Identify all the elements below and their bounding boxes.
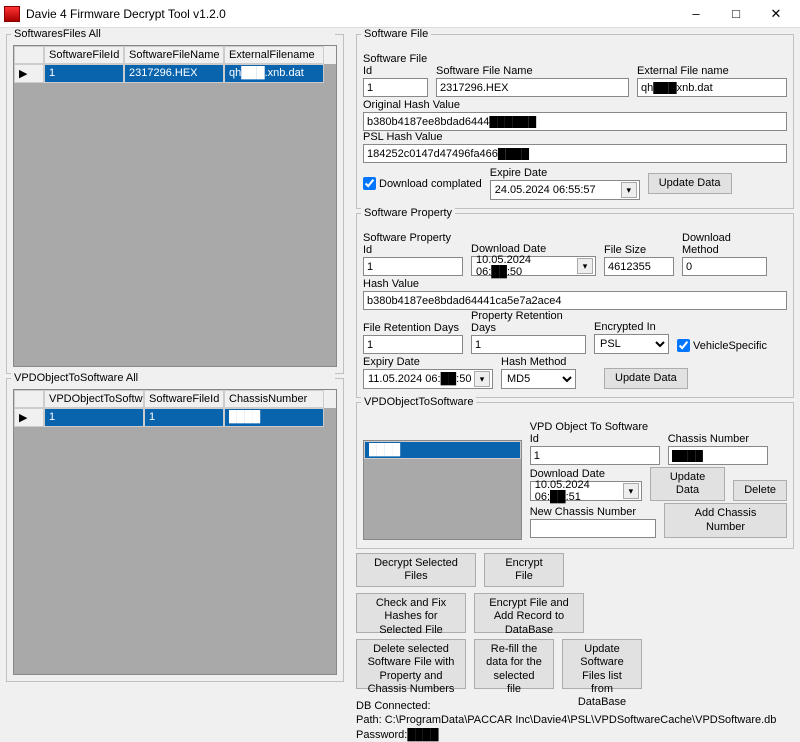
- softwares-grid[interactable]: SoftwareFileId SoftwareFileName External…: [13, 45, 337, 367]
- encrypted-in-select[interactable]: PSL: [594, 334, 669, 354]
- software-property-group: Software Property Software Property Id D…: [356, 213, 794, 398]
- external-file-name[interactable]: [637, 78, 787, 97]
- refill-button[interactable]: Re-fill the data for the selected file: [474, 639, 554, 689]
- grid2-title: VPDObjectToSoftware All: [11, 372, 335, 384]
- original-hash[interactable]: [363, 112, 787, 131]
- minimize-button[interactable]: –: [676, 2, 716, 26]
- decrypt-button[interactable]: Decrypt Selected Files: [356, 553, 476, 587]
- col-externalfilename[interactable]: ExternalFilename: [224, 46, 324, 64]
- delete-selected-button[interactable]: Delete selected Software File with Prope…: [356, 639, 466, 689]
- vpd-group: VPDObjectToSoftware ████ VPD Object To S…: [356, 402, 794, 549]
- chevron-down-icon[interactable]: ▾: [621, 182, 637, 198]
- delete-button[interactable]: Delete: [733, 480, 787, 501]
- encadd-button[interactable]: Encrypt File and Add Record to DataBase: [474, 593, 584, 633]
- col-chassis[interactable]: ChassisNumber: [224, 390, 324, 408]
- col-softwarefileid2[interactable]: SoftwareFileId: [144, 390, 224, 408]
- table-row[interactable]: ▶ 1 1 ████: [14, 408, 336, 427]
- maximize-button[interactable]: □: [716, 2, 756, 26]
- update-data-sp-button[interactable]: Update Data: [604, 368, 688, 389]
- psl-hash[interactable]: [363, 144, 787, 163]
- vpd-object-id[interactable]: [530, 446, 660, 465]
- hash-method-select[interactable]: MD5: [501, 369, 576, 389]
- checkfix-button[interactable]: Check and Fix Hashes for Selected File: [356, 593, 466, 633]
- expiry-date-picker[interactable]: 11.05.2024 06:██:50▾: [363, 369, 493, 389]
- download-method[interactable]: [682, 257, 767, 276]
- vpd-inner-grid[interactable]: ████: [363, 440, 522, 540]
- file-size[interactable]: [604, 257, 674, 276]
- grid1-title: SoftwaresFiles All: [11, 28, 335, 40]
- vpd-grid[interactable]: VPDObjectToSoftw SoftwareFileId ChassisN…: [13, 389, 337, 675]
- db-info: DB Connected: Path: C:\ProgramData\PACCA…: [356, 699, 794, 742]
- titlebar: Davie 4 Firmware Decrypt Tool v1.2.0 – □…: [0, 0, 800, 28]
- encrypt-button[interactable]: Encrypt File: [484, 553, 564, 587]
- app-icon: [4, 6, 20, 22]
- update-list-button[interactable]: Update Software Files list from DataBase: [562, 639, 642, 689]
- download-completed-checkbox[interactable]: Download complated: [363, 177, 482, 190]
- close-button[interactable]: ✕: [756, 2, 796, 26]
- chevron-down-icon[interactable]: ▾: [623, 483, 639, 499]
- hash-value[interactable]: [363, 291, 787, 310]
- chassis-number[interactable]: [668, 446, 768, 465]
- col-softwarefilename[interactable]: SoftwareFileName: [124, 46, 224, 64]
- download-date-picker[interactable]: 10.05.2024 06:██:50▾: [471, 256, 596, 276]
- property-retention-days[interactable]: [471, 335, 586, 354]
- software-file-id[interactable]: [363, 78, 428, 97]
- software-property-id[interactable]: [363, 257, 463, 276]
- file-retention-days[interactable]: [363, 335, 463, 354]
- chevron-down-icon[interactable]: ▾: [577, 258, 593, 274]
- vpd-download-date-picker[interactable]: 10.05.2024 06:██:51▾: [530, 481, 642, 501]
- col-softwarefileid[interactable]: SoftwareFileId: [44, 46, 124, 64]
- window-title: Davie 4 Firmware Decrypt Tool v1.2.0: [26, 7, 676, 21]
- add-chassis-button[interactable]: Add Chassis Number: [664, 503, 787, 537]
- table-row[interactable]: ▶ 1 2317296.HEX qh███.xnb.dat: [14, 64, 336, 83]
- expire-date-picker[interactable]: 24.05.2024 06:55:57▾: [490, 180, 640, 200]
- update-data-vpd-button[interactable]: Update Data: [650, 467, 725, 501]
- vehicle-specific-checkbox[interactable]: VehicleSpecific: [677, 339, 767, 352]
- new-chassis-number[interactable]: [530, 519, 656, 538]
- software-file-group: Software File Software File Id Software …: [356, 34, 794, 209]
- chevron-down-icon[interactable]: ▾: [474, 371, 490, 387]
- col-vpdobj[interactable]: VPDObjectToSoftw: [44, 390, 144, 408]
- software-file-name[interactable]: [436, 78, 629, 97]
- update-data-sf-button[interactable]: Update Data: [648, 173, 732, 194]
